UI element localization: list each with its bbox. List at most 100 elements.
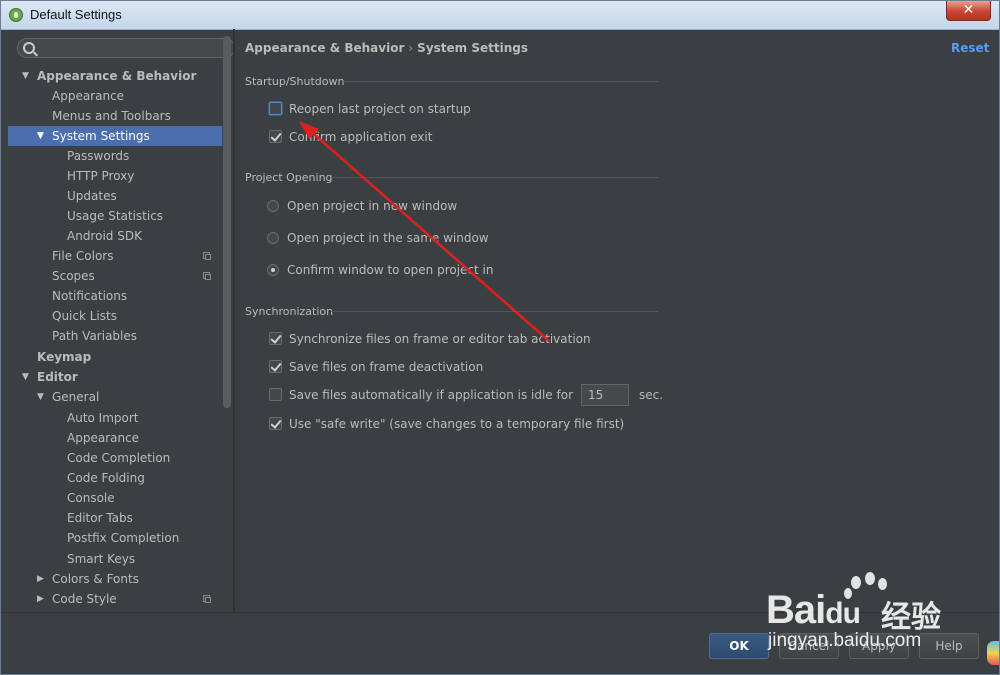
tree-item-label: Scopes (52, 269, 95, 283)
search-input[interactable] (17, 38, 235, 58)
tree-item-editor-appearance[interactable]: Appearance (8, 428, 222, 448)
confirm-window-radio[interactable] (267, 264, 279, 276)
tree-item-notifications[interactable]: Notifications (8, 286, 222, 306)
tree-item-editor[interactable]: ▼ Editor (8, 367, 222, 387)
tree-item-label: Appearance (52, 89, 125, 103)
apply-button[interactable]: Apply (849, 633, 909, 659)
sync-on-activation-label: Synchronize files on frame or editor tab… (289, 332, 591, 346)
tree-item-colors-fonts[interactable]: ▶ Colors & Fonts (8, 569, 222, 589)
android-studio-icon (9, 8, 23, 22)
collapse-arrow-icon[interactable]: ▶ (37, 569, 44, 589)
help-button[interactable]: Help (919, 633, 979, 659)
tree-item-usage-statistics[interactable]: Usage Statistics (8, 206, 222, 226)
section-separator (331, 311, 658, 312)
tree-item-quick-lists[interactable]: Quick Lists (8, 306, 222, 326)
tree-item-editor-tabs[interactable]: Editor Tabs (8, 508, 222, 528)
tree-item-label: Updates (67, 189, 117, 203)
collapse-arrow-icon[interactable]: ▶ (37, 589, 44, 609)
expand-arrow-icon[interactable]: ▼ (37, 126, 44, 146)
tree-item-label: Code Folding (67, 471, 145, 485)
tree-item-label: Usage Statistics (67, 209, 164, 223)
expand-arrow-icon[interactable]: ▼ (37, 387, 44, 407)
tree-item-smart-keys[interactable]: Smart Keys (8, 549, 222, 569)
save-on-deactivation-checkbox[interactable] (269, 360, 282, 373)
tree-item-scopes[interactable]: Scopes (8, 266, 222, 286)
breadcrumb-parent: Appearance & Behavior (245, 41, 405, 55)
tree-item-label: Code Completion (67, 451, 171, 465)
tree-item-console[interactable]: Console (8, 488, 222, 508)
ok-button[interactable]: OK (709, 633, 769, 659)
tree-item-label: Quick Lists (52, 309, 117, 323)
sync-on-activation-checkbox[interactable] (269, 332, 282, 345)
tree-item-passwords[interactable]: Passwords (8, 146, 222, 166)
project-scope-icon (203, 252, 211, 260)
tree-item-label: File Colors (52, 249, 114, 263)
reopen-last-project-label: Reopen last project on startup (289, 102, 471, 116)
tree-item-code-folding[interactable]: Code Folding (8, 468, 222, 488)
sidebar-scrollbar[interactable] (223, 36, 231, 408)
reset-link[interactable]: Reset (951, 41, 989, 55)
close-button[interactable]: ✕ (946, 1, 991, 21)
tree-item-system-settings[interactable]: ▼ System Settings (8, 126, 222, 146)
tree-item-path-variables[interactable]: Path Variables (8, 326, 222, 346)
tree-item-label: Smart Keys (67, 552, 136, 566)
section-separator (331, 177, 658, 178)
save-when-idle-checkbox[interactable] (269, 388, 282, 401)
tree-item-label: Editor (37, 370, 78, 384)
safe-write-checkbox[interactable] (269, 417, 282, 430)
tree-item-file-colors[interactable]: File Colors (8, 246, 222, 266)
tree-item-label: Path Variables (52, 329, 138, 343)
section-title-project-opening: Project Opening (245, 171, 333, 184)
tree-item-label: Auto Import (67, 411, 139, 425)
taskbar-corner-icon (987, 641, 999, 665)
tree-item-label: Appearance & Behavior (37, 69, 197, 83)
tree-item-code-completion[interactable]: Code Completion (8, 448, 222, 468)
tree-item-label: Editor Tabs (67, 511, 133, 525)
idle-seconds-input[interactable]: 15 (581, 384, 629, 406)
tree-item-general[interactable]: ▼ General (8, 387, 222, 407)
tree-item-auto-import[interactable]: Auto Import (8, 408, 222, 428)
tree-item-updates[interactable]: Updates (8, 186, 222, 206)
tree-item-postfix-completion[interactable]: Postfix Completion (8, 528, 222, 548)
tree-item-label: Postfix Completion (67, 531, 180, 545)
section-separator (343, 81, 658, 82)
tree-item-menus-toolbars[interactable]: Menus and Toolbars (8, 106, 222, 126)
open-in-same-window-radio[interactable] (267, 232, 279, 244)
tree-item-android-sdk[interactable]: Android SDK (8, 226, 222, 246)
project-scope-icon (203, 595, 211, 603)
tree-item-label: Notifications (52, 289, 128, 303)
save-when-idle-label: Save files automatically if application … (289, 388, 573, 402)
save-on-deactivation-label: Save files on frame deactivation (289, 360, 484, 374)
breadcrumb: Appearance & Behavior › System Settings (245, 41, 528, 55)
cancel-button[interactable]: Cancel (779, 633, 839, 659)
tree-item-appearance-behavior[interactable]: ▼ Appearance & Behavior (8, 66, 222, 86)
tree-item-label: HTTP Proxy (67, 169, 135, 183)
tree-item-appearance[interactable]: Appearance (8, 86, 222, 106)
tree-item-label: Passwords (67, 149, 130, 163)
tree-item-keymap[interactable]: Keymap (8, 347, 222, 367)
tree-item-label: Appearance (67, 431, 140, 445)
tree-item-label: System Settings (52, 129, 150, 143)
tree-item-label: Menus and Toolbars (52, 109, 171, 123)
confirm-window-label: Confirm window to open project in (287, 263, 494, 277)
settings-sidebar: ▼ Appearance & Behavior Appearance Menus… (8, 34, 235, 612)
open-in-new-window-radio[interactable] (267, 200, 279, 212)
tree-item-label: Colors & Fonts (52, 572, 139, 586)
tree-item-code-style[interactable]: ▶ Code Style (8, 589, 222, 609)
open-in-same-window-label: Open project in the same window (287, 231, 489, 245)
title-bar: Default Settings ✕ (1, 1, 999, 30)
tree-item-label: Keymap (37, 350, 92, 364)
section-title-startup: Startup/Shutdown (245, 75, 345, 88)
expand-arrow-icon[interactable]: ▼ (22, 66, 29, 86)
tree-item-label: Code Style (52, 592, 117, 606)
section-title-synchronization: Synchronization (245, 305, 334, 318)
tree-item-label: Android SDK (67, 229, 142, 243)
tree-item-http-proxy[interactable]: HTTP Proxy (8, 166, 222, 186)
reopen-last-project-checkbox[interactable] (269, 102, 282, 115)
breadcrumb-separator: › (408, 41, 414, 55)
idle-seconds-unit: sec. (639, 388, 664, 402)
project-scope-icon (203, 272, 211, 280)
dialog-button-bar: OK Cancel Apply Help (1, 612, 999, 674)
expand-arrow-icon[interactable]: ▼ (22, 367, 29, 387)
confirm-exit-checkbox[interactable] (269, 130, 282, 143)
